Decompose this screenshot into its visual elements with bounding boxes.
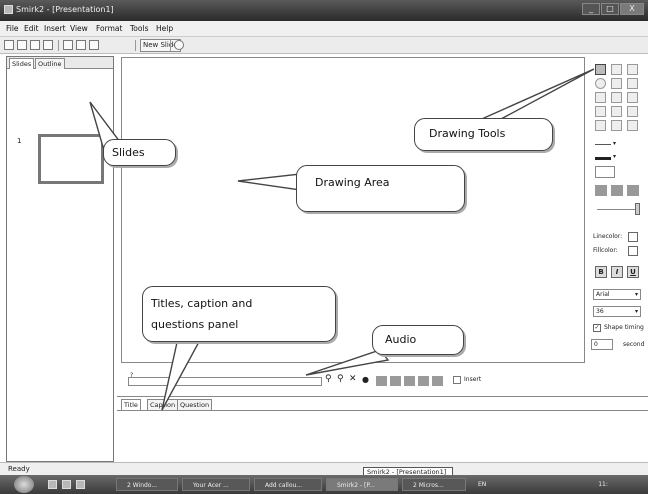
audio-callout: Audio: [372, 325, 464, 355]
drawing-tools-callout: Drawing Tools: [414, 118, 553, 151]
drawing-area-callout-tail: [237, 173, 301, 191]
slides-callout: Slides: [103, 139, 176, 166]
titles-panel-callout-line1: Titles, caption and: [151, 297, 253, 310]
callout-pointers: [89, 68, 595, 411]
audio-callout-tail: [305, 349, 390, 376]
titles-panel-callout: Titles, caption and questions panel: [142, 286, 336, 342]
drawing-area-callout: Drawing Area: [296, 165, 465, 212]
titles-panel-callout-line2: questions panel: [151, 318, 239, 331]
titles-panel-callout-tail: [161, 337, 202, 411]
